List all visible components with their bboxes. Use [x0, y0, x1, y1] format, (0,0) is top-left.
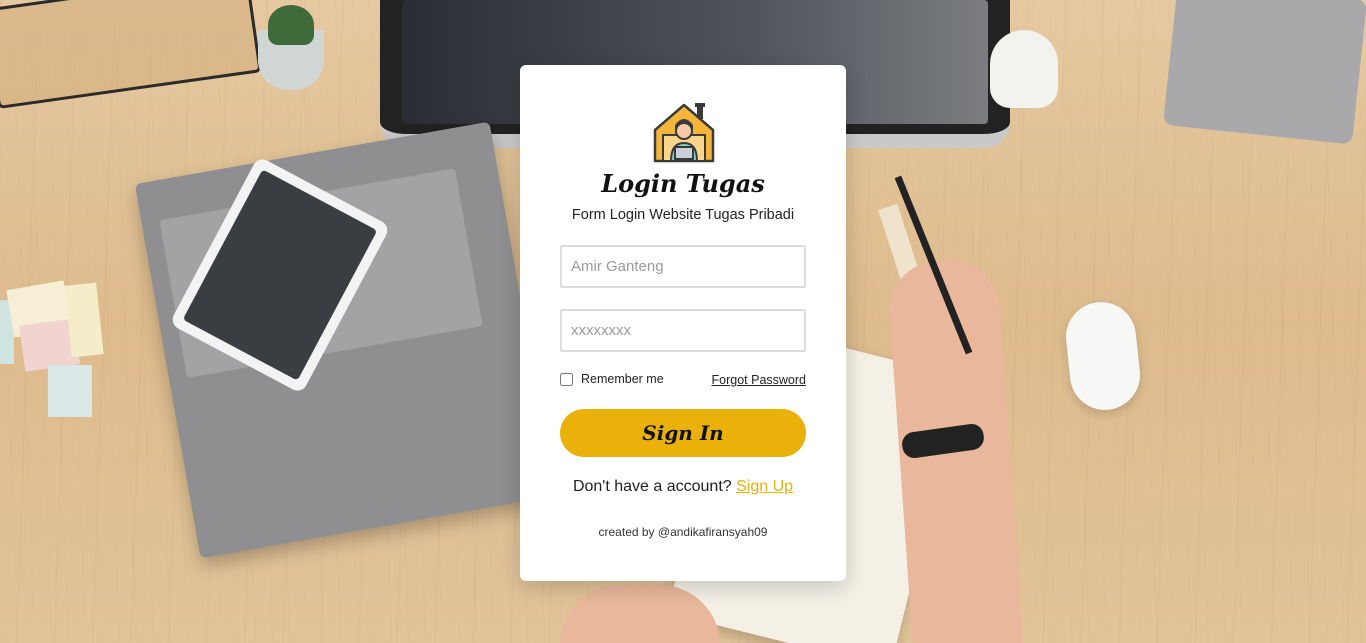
- wire-basket-decor: [0, 0, 262, 110]
- credit-text: created by @andikafiransyah09: [598, 525, 768, 539]
- remember-me-label: Remember me: [581, 372, 664, 386]
- remember-me[interactable]: Remember me: [560, 372, 664, 386]
- plant-leaves-decor: [268, 5, 314, 45]
- app-subtitle: Form Login Website Tugas Pribadi: [571, 207, 795, 223]
- house-person-logo-icon: [653, 103, 715, 163]
- forgot-password-link[interactable]: Forgot Password: [712, 373, 806, 387]
- felt-folder-decor: [134, 121, 556, 559]
- login-card: Login Tugas Form Login Website Tugas Pri…: [520, 65, 846, 581]
- sign-in-button[interactable]: Sign In: [560, 409, 806, 457]
- signup-row: Don't have a account? Sign Up: [520, 478, 846, 496]
- signup-prompt: Don't have a account?: [572, 478, 732, 495]
- mouse-decor: [1062, 298, 1144, 414]
- felt-bag-decor: [1162, 0, 1366, 145]
- password-input[interactable]: [560, 309, 806, 352]
- username-input[interactable]: [560, 245, 806, 288]
- sticky-note-decor: [64, 282, 104, 358]
- sticky-note-decor: [48, 365, 92, 417]
- app-title: Login Tugas: [601, 169, 765, 198]
- remember-me-checkbox[interactable]: [560, 372, 573, 386]
- cup-decor: [990, 30, 1058, 108]
- sign-up-link[interactable]: Sign Up: [736, 478, 793, 495]
